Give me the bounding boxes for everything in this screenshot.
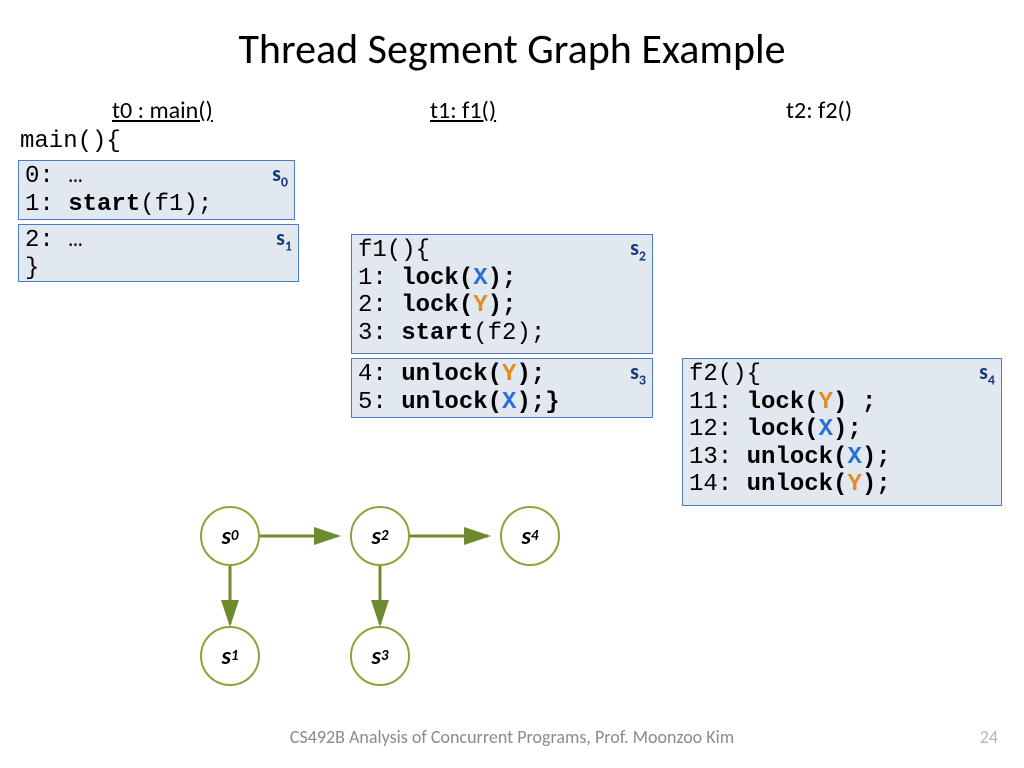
graph-node-s4: s4 (500, 506, 560, 566)
code-line: 14: unlock(Y); (689, 471, 995, 499)
code-line: 5: unlock(X);} (358, 389, 646, 417)
code-line: 13: unlock(X); (689, 444, 995, 472)
segment-tag-s2: s2 (630, 235, 646, 264)
graph-node-s1: s1 (200, 626, 260, 686)
code-line: 2: … (25, 227, 292, 255)
segment-tag-s1: s1 (276, 225, 292, 254)
segment-s4: s4 f2(){ 11: lock(Y) ; 12: lock(X); 13: … (682, 358, 1002, 506)
graph-node-s3: s3 (350, 626, 410, 686)
code-line: 1: start(f1); (25, 191, 288, 219)
col-head-t1: t1: f1() (430, 96, 496, 125)
footer-text: CS492B Analysis of Concurrent Programs, … (0, 726, 1024, 748)
graph-node-s0: s0 (200, 506, 260, 566)
graph-node-s2: s2 (350, 506, 410, 566)
main-decl: main(){ (20, 128, 121, 156)
segment-s3: s3 4: unlock(Y); 5: unlock(X);} (351, 358, 653, 418)
code-line: 11: lock(Y) ; (689, 389, 995, 417)
page-number: 24 (980, 726, 998, 748)
segment-s2: s2 f1(){ 1: lock(X); 2: lock(Y); 3: star… (351, 234, 653, 354)
segment-s0: s0 0: … 1: start(f1); (18, 160, 295, 220)
code-line: 3: start(f2); (358, 320, 646, 348)
col-head-t0: t0 : main() (112, 96, 213, 125)
thread-segment-graph: s0 s1 s2 s3 s4 (170, 486, 670, 716)
page-title: Thread Segment Graph Example (0, 0, 1024, 87)
code-line: 1: lock(X); (358, 265, 646, 293)
code-line: 12: lock(X); (689, 416, 995, 444)
code-line: f2(){ (689, 361, 995, 389)
code-line: f1(){ (358, 237, 646, 265)
code-line: } (25, 255, 292, 283)
code-line: 4: unlock(Y); (358, 361, 646, 389)
segment-tag-s0: s0 (272, 161, 288, 190)
code-line: 0: … (25, 163, 288, 191)
code-line: 2: lock(Y); (358, 292, 646, 320)
col-head-t2: t2: f2() (786, 96, 852, 125)
segment-tag-s4: s4 (979, 359, 995, 388)
segment-s1: s1 2: … } (18, 224, 299, 282)
segment-tag-s3: s3 (630, 359, 646, 388)
